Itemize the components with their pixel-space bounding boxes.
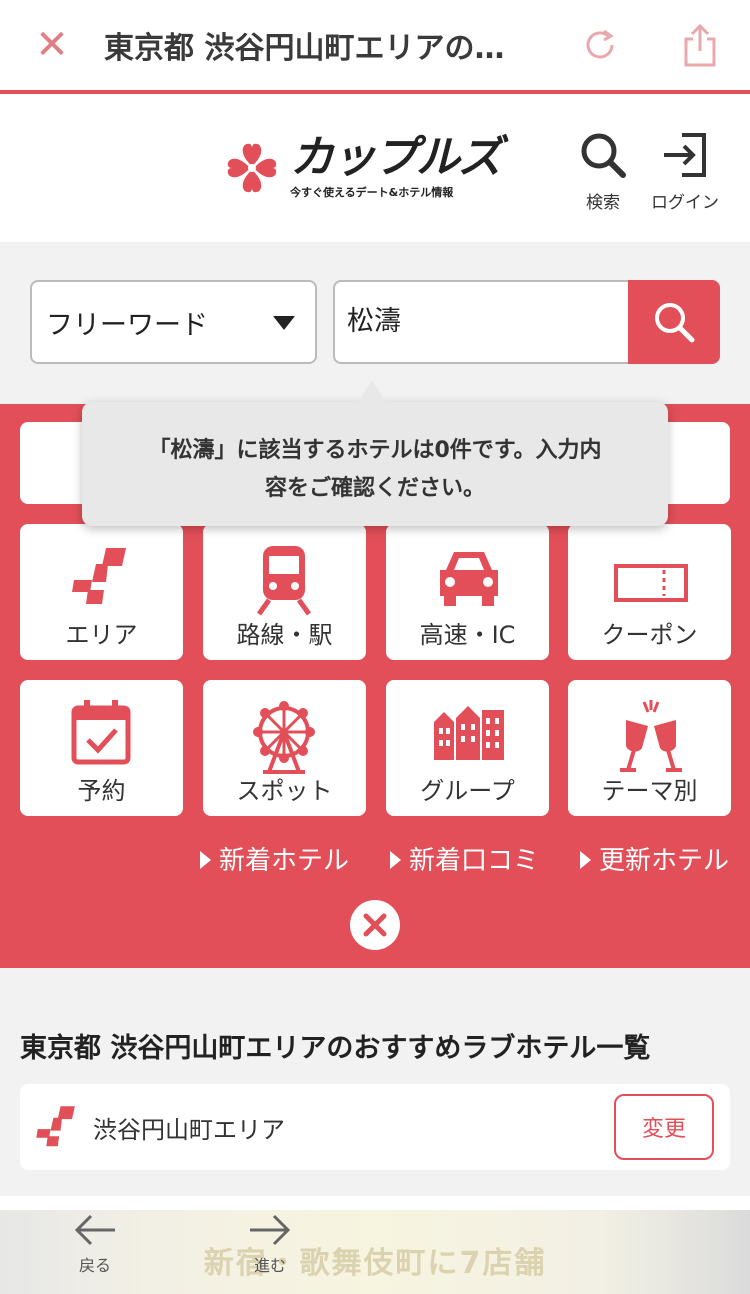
search-type-value: フリーワード xyxy=(46,309,208,341)
logo-title: カップルズ xyxy=(290,132,502,183)
champagne-glasses-icon xyxy=(620,700,682,772)
calendar-check-icon xyxy=(71,700,131,765)
clover-heart-logo-icon xyxy=(227,143,277,193)
search-submit-button[interactable] xyxy=(628,280,720,364)
ticket-icon xyxy=(614,564,688,602)
menu-close-button[interactable] xyxy=(350,900,400,950)
menu-tile-area[interactable]: エリア xyxy=(20,524,183,660)
tooltip-line-2: 容をご確認ください。 xyxy=(264,476,485,501)
hotel-list-section: 東京都 渋谷円山町エリアのおすすめラブホテル一覧 渋谷円山町エリア 変更 xyxy=(0,968,750,1210)
close-icon xyxy=(363,913,387,937)
no-results-tooltip: 「松濤」に該当するホテルは0件です。入力内 容をご確認ください。 xyxy=(82,380,668,526)
arrow-left-icon xyxy=(74,1214,115,1246)
car-icon xyxy=(440,552,498,606)
tile-label: 高速・IC xyxy=(419,621,516,649)
menu-tile-reservation[interactable]: 予約 xyxy=(20,680,183,816)
share-icon[interactable] xyxy=(650,0,750,90)
search-type-select[interactable]: フリーワード xyxy=(30,280,317,364)
search-icon xyxy=(581,133,626,178)
link-label: 新着ホテル xyxy=(219,846,350,876)
reload-icon[interactable] xyxy=(550,0,650,90)
search-input[interactable]: 松濤 xyxy=(333,280,629,364)
back-button[interactable]: 戻る xyxy=(50,1212,140,1276)
tile-label: クーポン xyxy=(601,621,698,649)
search-icon xyxy=(655,303,695,343)
menu-tile-theme[interactable]: テーマ別 xyxy=(568,680,731,816)
login-label: ログイン xyxy=(651,193,719,213)
new-hotels-link[interactable]: 新着ホテル xyxy=(200,840,349,877)
buildings-icon xyxy=(434,706,504,760)
current-area-card: 渋谷円山町エリア 変更 xyxy=(20,1084,730,1170)
ferris-wheel-icon xyxy=(253,701,315,774)
menu-tile-spot[interactable]: スポット xyxy=(203,680,366,816)
forward-label: 進む xyxy=(253,1256,286,1275)
menu-tile-highway[interactable]: 高速・IC xyxy=(386,524,549,660)
menu-tile-line-station[interactable]: 路線・駅 xyxy=(203,524,366,660)
browser-bottom-bar: 新宿・歌舞伎町に7店舗 戻る 進む xyxy=(0,1196,750,1294)
tile-label: 路線・駅 xyxy=(236,621,333,649)
link-label: 更新ホテル xyxy=(599,846,730,876)
close-icon[interactable]: ✕ xyxy=(0,0,104,90)
menu-tile-group[interactable]: グループ xyxy=(386,680,549,816)
login-icon xyxy=(664,133,706,177)
link-label: 新着口コミ xyxy=(409,846,540,876)
search-label: 検索 xyxy=(586,193,620,213)
tile-label: 予約 xyxy=(77,777,126,805)
change-area-button[interactable]: 変更 xyxy=(614,1094,714,1160)
login-button[interactable]: ログイン xyxy=(640,130,730,213)
page-title: 東京都 渋谷円山町エリアの… xyxy=(104,31,505,66)
tile-label: グループ xyxy=(420,777,515,805)
browser-top-bar: ✕ 東京都 渋谷円山町エリアの… xyxy=(0,0,750,90)
triangle-right-icon xyxy=(390,851,401,869)
back-label: 戻る xyxy=(78,1256,111,1275)
site-header: カップルズ 今すぐ使えるデート&ホテル情報 検索 ログイン xyxy=(0,94,750,242)
train-icon xyxy=(256,546,312,616)
caret-down-icon xyxy=(273,316,295,330)
area-name: 渋谷円山町エリア xyxy=(93,1116,285,1144)
header-search-button[interactable]: 検索 xyxy=(558,130,648,213)
tile-label: エリア xyxy=(65,621,138,649)
area-map-icon xyxy=(36,1106,75,1147)
tooltip-line-1: 「松濤」に該当するホテルは0件です。入力内 xyxy=(148,438,602,463)
triangle-right-icon xyxy=(580,851,591,869)
tile-label: テーマ別 xyxy=(601,777,698,805)
site-logo[interactable]: カップルズ 今すぐ使えるデート&ホテル情報 xyxy=(220,132,502,200)
section-title: 東京都 渋谷円山町エリアのおすすめラブホテル一覧 xyxy=(20,1033,651,1064)
area-map-icon xyxy=(72,548,126,604)
menu-tile-coupon[interactable]: クーポン xyxy=(568,524,731,660)
arrow-right-icon xyxy=(250,1214,291,1246)
new-reviews-link[interactable]: 新着口コミ xyxy=(390,840,539,877)
forward-button[interactable]: 進む xyxy=(225,1212,315,1276)
updated-hotels-link[interactable]: 更新ホテル xyxy=(580,840,729,877)
tile-label: スポット xyxy=(236,777,333,805)
logo-subtitle: 今すぐ使えるデート&ホテル情報 xyxy=(290,186,454,199)
triangle-right-icon xyxy=(200,851,211,869)
